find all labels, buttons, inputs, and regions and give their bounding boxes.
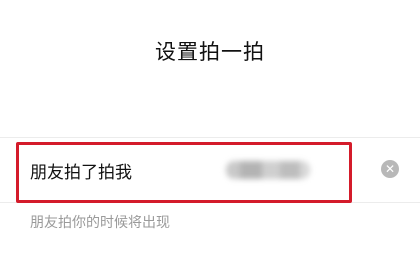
- pat-prefix-label: 朋友拍了拍我: [30, 163, 132, 183]
- blurred-nickname: [226, 157, 310, 183]
- pat-hint-text: 朋友拍你的时候将出现: [30, 215, 170, 231]
- page-title: 设置拍一拍: [155, 40, 265, 64]
- clear-icon[interactable]: ✕: [381, 160, 399, 178]
- set-pat-page: 设置拍一拍 朋友拍了拍我 ✕ 朋友拍你的时候将出现: [0, 0, 420, 271]
